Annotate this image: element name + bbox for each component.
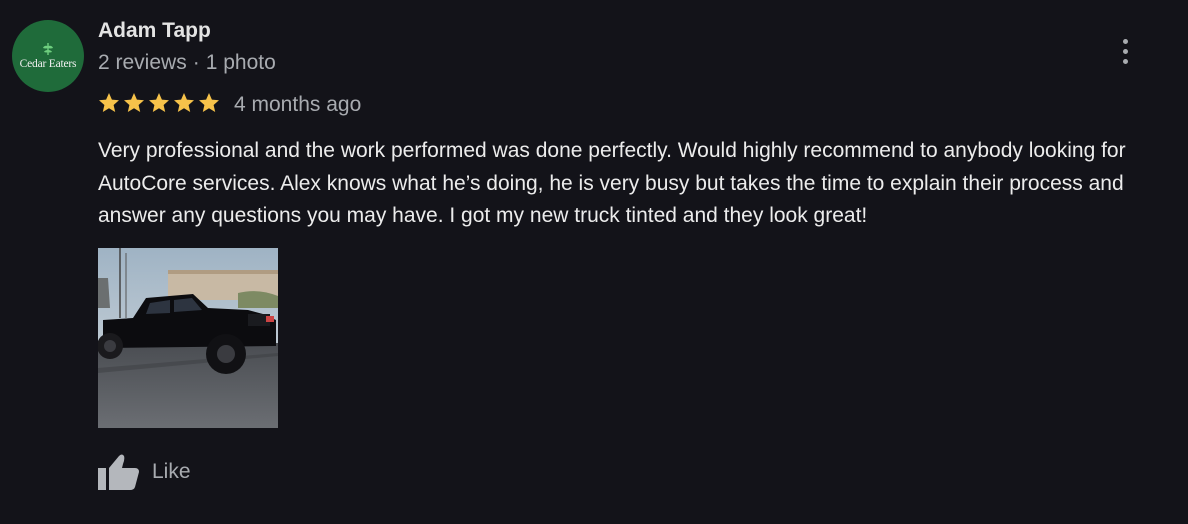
like-button[interactable]: Like	[98, 452, 191, 492]
more-vertical-icon	[1122, 48, 1128, 54]
author-name[interactable]: Adam Tapp	[98, 19, 211, 43]
more-vertical-icon	[1122, 58, 1128, 64]
review-time: 4 months ago	[234, 93, 362, 116]
truck-photo	[98, 248, 278, 428]
photos-count: 1 photo	[205, 51, 276, 74]
avatar[interactable]: Cedar Eaters	[12, 20, 84, 92]
avatar-logo-text: Cedar Eaters	[19, 58, 77, 70]
star-icon	[199, 93, 219, 112]
review-text: Very professional and the work performed…	[98, 139, 1126, 227]
like-label: Like	[152, 460, 191, 483]
star-icon	[124, 93, 144, 112]
meta-separator: ·	[192, 51, 200, 74]
more-vertical-icon	[1122, 38, 1128, 44]
leaf-icon	[43, 43, 53, 55]
star-icon	[149, 93, 169, 112]
star-icon	[99, 93, 119, 112]
thumbs-up-icon	[98, 454, 139, 490]
star-icon	[174, 93, 194, 112]
star-rating	[97, 91, 221, 115]
author-meta: 2 reviews · 1 photo	[98, 51, 276, 75]
reviews-count: 2 reviews	[98, 51, 187, 74]
review-photo[interactable]	[98, 248, 278, 428]
more-options-button[interactable]	[1112, 34, 1138, 68]
